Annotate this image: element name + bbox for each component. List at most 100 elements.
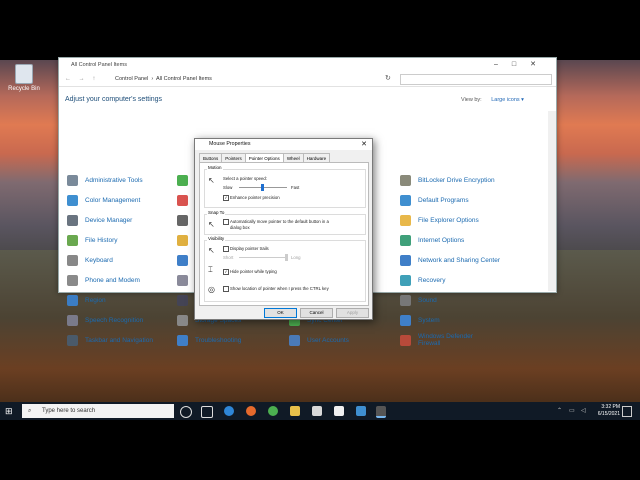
item-administrative-tools[interactable]: Administrative Tools bbox=[67, 171, 143, 189]
pointer-speed-icon: ↖ bbox=[208, 176, 215, 185]
snap-to-checkbox[interactable] bbox=[223, 219, 229, 225]
window-title: All Control Panel Items bbox=[71, 62, 127, 68]
ok-button[interactable]: OK bbox=[264, 308, 297, 318]
file-explorer-icon[interactable] bbox=[290, 406, 300, 416]
pointer-trails-label: Display pointer trails bbox=[230, 246, 269, 251]
recycle-bin-shortcut[interactable]: Recycle Bin bbox=[4, 64, 44, 92]
file-explorer-options-icon bbox=[400, 214, 411, 226]
mouse-settings-taskbar-icon[interactable] bbox=[376, 406, 386, 418]
user-accounts-icon bbox=[289, 334, 300, 346]
volume-tray-icon[interactable]: ◁ bbox=[581, 407, 586, 414]
firewall-icon bbox=[400, 334, 411, 346]
chrome-icon[interactable] bbox=[268, 406, 278, 416]
tab-hardware[interactable]: Hardware bbox=[302, 153, 331, 162]
app-icon bbox=[177, 214, 188, 226]
item-col2-7[interactable] bbox=[177, 291, 195, 309]
app-icon bbox=[177, 194, 188, 206]
item-firewall[interactable]: Windows Defender Firewall bbox=[400, 331, 490, 349]
network-tray-icon[interactable]: ▭ bbox=[569, 407, 575, 414]
item-col2-4[interactable] bbox=[177, 231, 195, 249]
tab-wheel[interactable]: Wheel bbox=[282, 153, 304, 162]
default-programs-icon bbox=[400, 194, 411, 206]
edge-icon[interactable] bbox=[224, 406, 234, 416]
ctrl-locate-checkbox[interactable] bbox=[223, 286, 229, 292]
tab-buttons[interactable]: Buttons bbox=[199, 153, 223, 162]
store-icon[interactable] bbox=[312, 406, 322, 416]
item-label: Internet Options bbox=[418, 236, 465, 244]
windows-start-icon[interactable]: ⊞ bbox=[5, 406, 15, 416]
scrollbar[interactable] bbox=[548, 111, 556, 291]
speech-recognition-icon bbox=[67, 314, 78, 326]
view-by-select[interactable]: Large icons ▾ bbox=[491, 97, 524, 103]
task-view-icon[interactable] bbox=[201, 406, 213, 418]
tab-pointers[interactable]: Pointers bbox=[221, 153, 246, 162]
item-recovery[interactable]: Recovery bbox=[400, 271, 445, 289]
visibility-group-title: Visibility bbox=[207, 236, 226, 241]
item-file-history[interactable]: File History bbox=[67, 231, 118, 249]
control-panel-taskbar-icon[interactable] bbox=[356, 406, 366, 416]
item-default-programs[interactable]: Default Programs bbox=[400, 191, 469, 209]
taskbar-search[interactable]: ⌕ Type here to search bbox=[22, 404, 174, 418]
tab-pointer-options[interactable]: Pointer Options bbox=[244, 153, 284, 162]
nav-arrows-icon[interactable]: ← → ↑ bbox=[65, 72, 98, 86]
item-user-accounts[interactable]: User Accounts bbox=[289, 331, 349, 349]
firefox-icon[interactable] bbox=[246, 406, 256, 416]
item-label: Troubleshooting bbox=[195, 336, 242, 344]
item-internet-options[interactable]: Internet Options bbox=[400, 231, 464, 249]
item-speech-recognition[interactable]: Speech Recognition bbox=[67, 311, 143, 329]
cancel-button[interactable]: Cancel bbox=[300, 308, 333, 318]
item-label: File Explorer Options bbox=[418, 216, 479, 224]
item-label: Windows Defender Firewall bbox=[418, 333, 473, 347]
item-label: Taskbar and Navigation bbox=[85, 336, 153, 344]
refresh-icon[interactable]: ↻ bbox=[385, 72, 391, 86]
item-sound[interactable]: Sound bbox=[400, 291, 437, 309]
item-phone-and-modem[interactable]: Phone and Modem bbox=[67, 271, 140, 289]
item-label: Device Manager bbox=[85, 216, 133, 224]
hide-pointer-checkbox[interactable]: ✓ bbox=[223, 269, 229, 275]
item-col2-2[interactable] bbox=[177, 191, 195, 209]
item-label: BitLocker Drive Encryption bbox=[418, 176, 495, 184]
search-input[interactable] bbox=[400, 74, 552, 85]
item-keyboard[interactable]: Keyboard bbox=[67, 251, 113, 269]
breadcrumb[interactable]: Control Panel › All Control Panel Items bbox=[115, 72, 212, 86]
tray-chevron-icon[interactable]: ⌃ bbox=[557, 407, 562, 414]
keyboard-icon bbox=[67, 254, 78, 266]
page-title: Adjust your computer's settings bbox=[65, 96, 163, 103]
item-bitlocker[interactable]: BitLocker Drive Encryption bbox=[400, 171, 495, 189]
item-label: Keyboard bbox=[85, 256, 113, 264]
item-region[interactable]: Region bbox=[67, 291, 106, 309]
trails-length-thumb[interactable] bbox=[285, 254, 288, 261]
snap-to-label-1: Automatically move pointer to the defaul… bbox=[230, 219, 329, 224]
item-label: Default Programs bbox=[418, 196, 469, 204]
item-system[interactable]: System bbox=[400, 311, 440, 329]
pointer-options-pane: Motion ↖ Select a pointer speed: Slow Fa… bbox=[199, 162, 369, 306]
item-network-sharing[interactable]: Network and Sharing Center bbox=[400, 251, 500, 269]
clock[interactable]: 3:32 PM 6/15/2021 bbox=[598, 404, 620, 418]
item-col2-6[interactable] bbox=[177, 271, 195, 289]
breadcrumb-all-items[interactable]: All Control Panel Items bbox=[156, 76, 212, 82]
device-manager-icon bbox=[67, 214, 78, 226]
app-icon bbox=[177, 234, 188, 246]
item-color-management[interactable]: Color Management bbox=[67, 191, 140, 209]
window-controls[interactable]: –□✕ bbox=[494, 58, 550, 72]
item-col2-3[interactable] bbox=[177, 211, 195, 229]
apply-button[interactable]: Apply bbox=[336, 308, 369, 318]
snap-to-icon: ↖ bbox=[208, 220, 215, 229]
pointer-speed-thumb[interactable] bbox=[261, 184, 264, 191]
trails-length-slider[interactable] bbox=[239, 257, 287, 258]
mail-icon[interactable] bbox=[334, 406, 344, 416]
item-label: User Accounts bbox=[307, 336, 349, 344]
breadcrumb-control-panel[interactable]: Control Panel bbox=[115, 76, 148, 82]
item-col2-5[interactable] bbox=[177, 251, 195, 269]
item-troubleshooting[interactable]: Troubleshooting bbox=[177, 331, 241, 349]
hide-pointer-icon: ⌶ bbox=[208, 265, 213, 274]
item-device-manager[interactable]: Device Manager bbox=[67, 211, 132, 229]
close-icon[interactable]: ✕ bbox=[361, 139, 367, 150]
item-file-explorer-options[interactable]: File Explorer Options bbox=[400, 211, 479, 229]
item-taskbar-and-navigation[interactable]: Taskbar and Navigation bbox=[67, 331, 153, 349]
notifications-icon[interactable] bbox=[622, 406, 632, 417]
enhance-precision-checkbox[interactable]: ✓ bbox=[223, 195, 229, 201]
cortana-icon[interactable] bbox=[180, 406, 192, 418]
pointer-trails-checkbox[interactable] bbox=[223, 246, 229, 252]
item-col2-1[interactable] bbox=[177, 171, 195, 189]
